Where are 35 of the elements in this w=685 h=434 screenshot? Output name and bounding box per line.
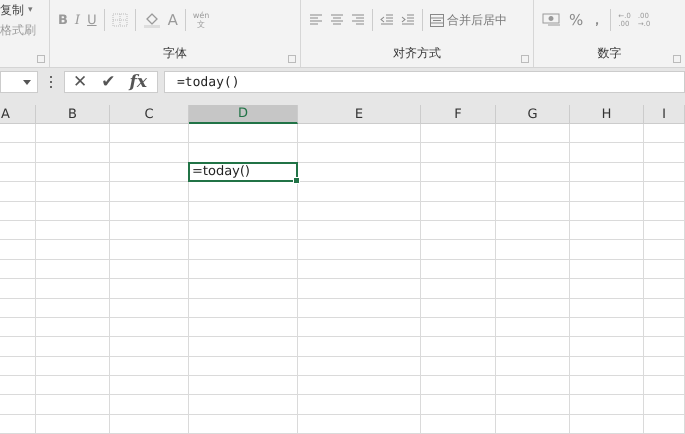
column-header[interactable]: B — [36, 105, 110, 124]
insert-function-button[interactable]: fx — [130, 72, 147, 92]
formula-input[interactable]: =today() — [164, 71, 685, 93]
active-cell[interactable]: =today() — [188, 162, 298, 182]
currency-icon[interactable] — [542, 13, 562, 27]
fill-handle[interactable] — [293, 177, 300, 184]
dialog-launcher-icon[interactable] — [521, 55, 529, 63]
column-header[interactable]: I — [644, 105, 685, 124]
fill-bucket-icon[interactable] — [142, 12, 161, 28]
column-header[interactable]: H — [570, 105, 644, 124]
group-label: 数字 — [598, 45, 622, 62]
increase-indent-icon[interactable] — [401, 14, 415, 26]
merge-cells-icon — [430, 14, 444, 26]
cancel-button[interactable]: ✕ — [73, 72, 88, 92]
align-center-icon[interactable] — [330, 14, 344, 26]
drag-handle-icon[interactable] — [50, 76, 52, 88]
group-label: 字体 — [163, 45, 187, 62]
align-left-icon[interactable] — [309, 14, 323, 26]
dialog-launcher-icon[interactable] — [37, 55, 45, 63]
merge-center-button[interactable]: 合并后居中 — [430, 12, 507, 28]
column-header[interactable]: E — [298, 105, 421, 124]
dialog-launcher-icon[interactable] — [673, 55, 681, 63]
decrease-indent-icon[interactable] — [380, 14, 394, 26]
column-header[interactable]: G — [496, 105, 570, 124]
column-header[interactable]: F — [421, 105, 496, 124]
border-icon[interactable] — [112, 13, 128, 27]
group-label: 对齐方式 — [393, 45, 441, 62]
enter-button[interactable]: ✔ — [101, 72, 116, 92]
name-box[interactable] — [0, 71, 38, 93]
column-header[interactable]: A — [0, 105, 36, 124]
column-header[interactable]: C — [110, 105, 189, 124]
dialog-launcher-icon[interactable] — [288, 55, 296, 63]
caret-icon[interactable]: ▾ — [28, 5, 33, 15]
align-right-icon[interactable] — [351, 14, 365, 26]
copy-button[interactable]: 复制 — [0, 0, 24, 20]
